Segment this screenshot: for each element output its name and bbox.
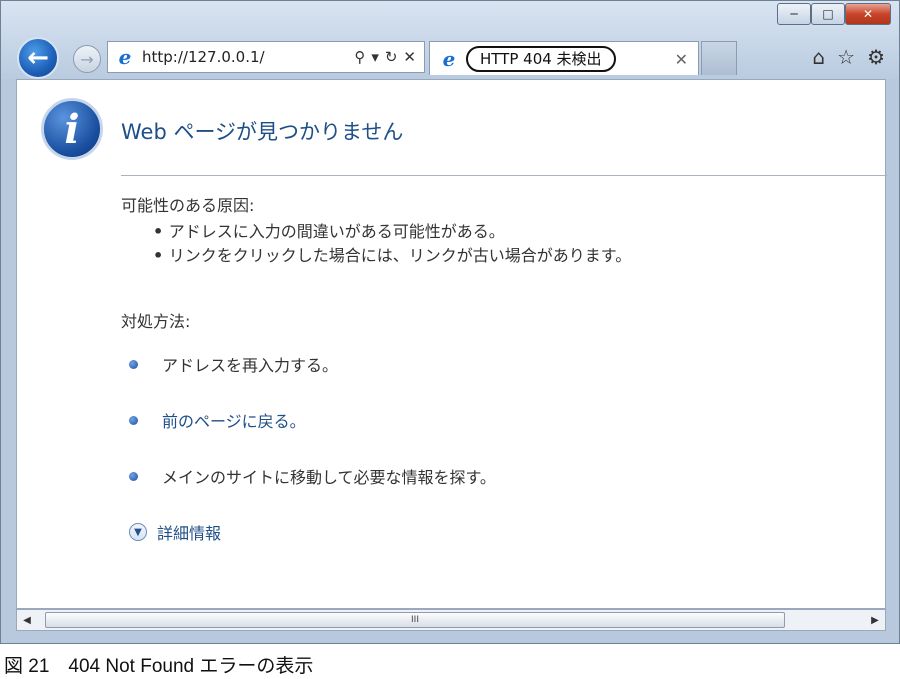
figure-caption: 図 21 404 Not Found エラーの表示 xyxy=(4,656,314,677)
address-bar[interactable]: e http://127.0.0.1/ ⚲ ▾ ↻ ✕ xyxy=(107,41,425,73)
action-text: メインのサイトに移動して必要な情報を探す。 xyxy=(162,468,496,487)
info-icon: i xyxy=(41,98,103,160)
actions-heading: 対処方法: xyxy=(121,312,191,331)
cause-item: アドレスに入力の間違いがある可能性がある。 xyxy=(153,220,631,244)
bullet-icon xyxy=(129,471,138,481)
browser-tab[interactable]: e HTTP 404 未検出 ✕ xyxy=(429,41,699,75)
refresh-icon[interactable]: ↻ xyxy=(385,48,398,66)
bullet-icon xyxy=(129,359,138,369)
forward-arrow-icon: → xyxy=(80,49,94,69)
more-info-label[interactable]: 詳細情報 xyxy=(157,520,221,544)
title-bar: ─ □ ✕ ← → e http://127.0.0.1/ ⚲ ▾ ↻ ✕ e … xyxy=(1,1,899,79)
cause-item: リンクをクリックした場合には、リンクが古い場合があります。 xyxy=(153,244,631,268)
bullet-icon xyxy=(129,415,138,425)
browser-window: ─ □ ✕ ← → e http://127.0.0.1/ ⚲ ▾ ↻ ✕ e … xyxy=(0,0,900,644)
action-go-back[interactable]: 前のページに戻る。 xyxy=(129,408,306,432)
causes-heading: 可能性のある原因: xyxy=(121,196,255,215)
stop-icon[interactable]: ✕ xyxy=(403,48,416,66)
scroll-grip-icon: III xyxy=(411,615,419,625)
go-back-link[interactable]: 前のページに戻る。 xyxy=(162,408,306,432)
tab-close-icon[interactable]: ✕ xyxy=(675,50,688,69)
chevron-down-icon[interactable]: ▼ xyxy=(129,523,147,541)
dropdown-icon[interactable]: ▾ xyxy=(371,48,379,66)
tab-title: HTTP 404 未検出 xyxy=(466,45,616,72)
maximize-button[interactable]: □ xyxy=(811,3,845,25)
address-tools: ⚲ ▾ ↻ ✕ xyxy=(354,48,416,66)
page-title: Web ページが見つかりません xyxy=(121,120,404,144)
close-window-button[interactable]: ✕ xyxy=(845,3,891,25)
new-tab-button[interactable] xyxy=(701,41,737,75)
home-icon[interactable]: ⌂ xyxy=(812,45,825,69)
divider xyxy=(121,175,887,176)
scroll-left-icon[interactable]: ◀ xyxy=(17,610,37,630)
search-icon[interactable]: ⚲ xyxy=(354,48,365,66)
action-main-site: メインのサイトに移動して必要な情報を探す。 xyxy=(129,464,496,488)
page-content: i Web ページが見つかりません 可能性のある原因: アドレスに入力の間違いが… xyxy=(16,79,887,609)
more-info-link[interactable]: ▼ 詳細情報 xyxy=(129,520,221,544)
scroll-right-icon[interactable]: ▶ xyxy=(865,610,885,630)
back-button[interactable]: ← xyxy=(17,37,59,79)
caption-buttons: ─ □ ✕ xyxy=(777,3,891,25)
minimize-button[interactable]: ─ xyxy=(777,3,811,25)
url-text[interactable]: http://127.0.0.1/ xyxy=(142,48,354,66)
favorites-icon[interactable]: ☆ xyxy=(837,45,855,69)
command-icons: ⌂ ☆ ⚙ xyxy=(812,45,885,69)
action-text: アドレスを再入力する。 xyxy=(162,356,339,375)
tab-ie-logo-icon: e xyxy=(442,46,456,71)
horizontal-scrollbar[interactable]: ◀ III ▶ xyxy=(16,609,886,631)
action-retype-address: アドレスを再入力する。 xyxy=(129,352,338,376)
causes-list: アドレスに入力の間違いがある可能性がある。 リンクをクリックした場合には、リンク… xyxy=(153,220,631,268)
tools-gear-icon[interactable]: ⚙ xyxy=(867,45,885,69)
ie-logo-icon: e xyxy=(118,45,132,69)
back-arrow-icon: ← xyxy=(27,43,49,73)
forward-button[interactable]: → xyxy=(73,45,101,73)
scroll-thumb[interactable]: III xyxy=(45,612,785,628)
